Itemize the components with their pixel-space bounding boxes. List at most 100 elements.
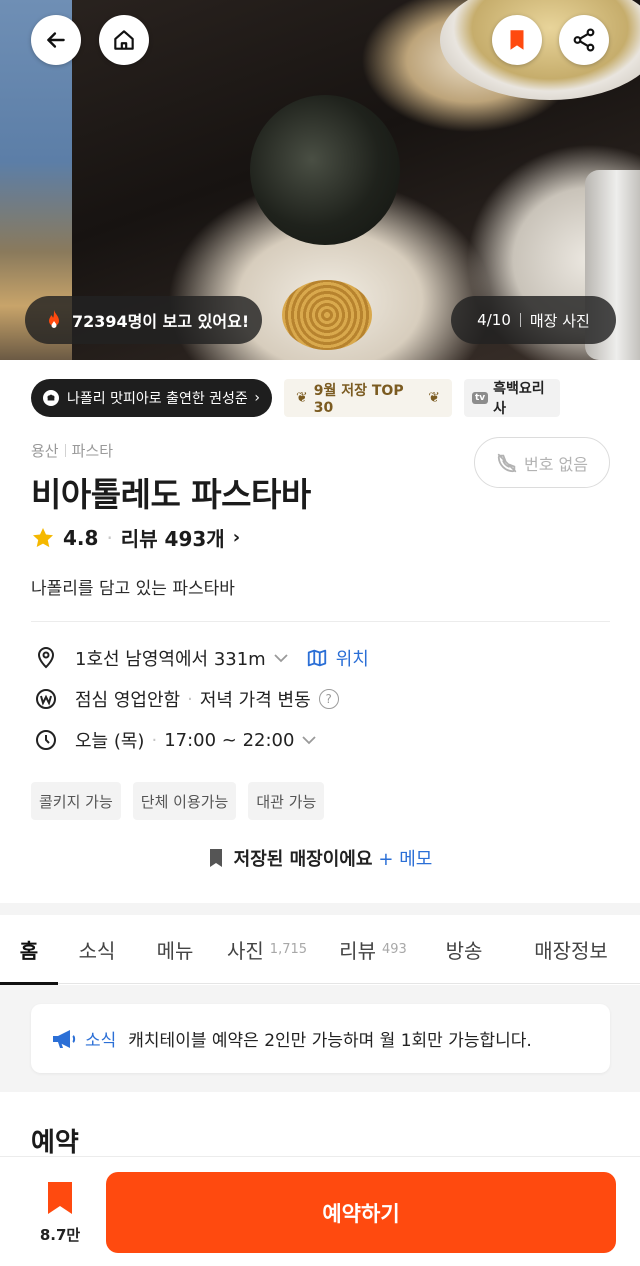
tab-label: 매장정보 bbox=[534, 938, 608, 963]
category-label: 파스타 bbox=[71, 442, 114, 460]
home-icon bbox=[114, 30, 134, 50]
rating-row[interactable]: 4.8 · 리뷰 493개 › bbox=[31, 523, 240, 552]
saved-text: 저장된 매장이에요 bbox=[233, 849, 373, 870]
tab-count: 1,715 bbox=[269, 941, 308, 957]
tv-tag[interactable]: tv 흑백요리사 bbox=[464, 379, 560, 417]
chef-icon bbox=[43, 390, 59, 406]
price-row: 점심 영업안함 · 저녁 가격 변동 ? bbox=[34, 686, 339, 712]
photo-label: 매장 사진 bbox=[529, 311, 590, 330]
feature-chip: 단체 이용가능 bbox=[132, 782, 237, 820]
section-gap bbox=[0, 903, 640, 915]
home-button[interactable] bbox=[99, 15, 149, 65]
chevron-right-icon: › bbox=[232, 527, 241, 548]
bookmark-icon bbox=[209, 849, 222, 867]
location-row[interactable]: 1호선 남영역에서 331m 위치 bbox=[34, 645, 369, 671]
tab-label: 방송 bbox=[445, 938, 483, 963]
chevron-down-icon[interactable] bbox=[272, 649, 290, 667]
tv-badge: tv bbox=[472, 392, 489, 404]
ranking-tag-label: 9월 저장 TOP 30 bbox=[313, 383, 404, 416]
feature-chip: 콜키지 가능 bbox=[31, 782, 121, 820]
map-pin-icon bbox=[37, 647, 55, 669]
back-button[interactable] bbox=[31, 15, 81, 65]
tab-label: 홈 bbox=[19, 938, 39, 963]
viewers-text: 72394명이 보고 있어요! bbox=[72, 312, 250, 331]
clock-icon bbox=[36, 730, 56, 750]
tab-broadcast[interactable]: 방송 bbox=[426, 915, 502, 984]
tab-photos[interactable]: 사진 1,715 bbox=[214, 915, 320, 984]
map-link[interactable]: 위치 bbox=[306, 645, 369, 671]
description: 나폴리를 담고 있는 파스타바 bbox=[31, 579, 235, 599]
feature-chip: 대관 가능 bbox=[248, 782, 325, 820]
lunch-text: 점심 영업안함 bbox=[75, 690, 181, 711]
share-icon bbox=[573, 28, 595, 52]
viewers-pill: 72394명이 보고 있어요! bbox=[25, 296, 262, 344]
separator bbox=[64, 444, 66, 457]
photo-count-pill[interactable]: 4/10 매장 사진 bbox=[451, 296, 616, 344]
tab-count: 493 bbox=[381, 941, 407, 957]
chevron-right-icon: › bbox=[254, 390, 260, 406]
fire-icon bbox=[49, 310, 59, 328]
star-icon bbox=[33, 527, 53, 547]
saved-status: 저장된 매장이에요 + 메모 bbox=[0, 845, 640, 871]
won-icon bbox=[36, 689, 56, 709]
restaurant-name: 비아톨레도 파스타바 bbox=[31, 475, 311, 514]
dot-separator: · bbox=[151, 729, 158, 751]
chef-tag[interactable]: 나폴리 맛피아로 출연한 권성준 › bbox=[31, 379, 272, 417]
dot-separator: · bbox=[187, 688, 193, 710]
reservation-section-title: 예약 bbox=[31, 1128, 79, 1158]
no-phone-button[interactable]: 번호 없음 bbox=[474, 437, 610, 488]
dot-separator: · bbox=[106, 525, 113, 550]
help-icon[interactable]: ? bbox=[318, 689, 339, 709]
tag-row: 나폴리 맛피아로 출연한 권성준 › ❦ 9월 저장 TOP 30 ❦ tv 흑… bbox=[31, 379, 560, 417]
tab-menu[interactable]: 메뉴 bbox=[136, 915, 214, 984]
bookmark-icon bbox=[48, 1182, 72, 1214]
tab-label: 리뷰 bbox=[339, 938, 376, 963]
tab-news[interactable]: 소식 bbox=[58, 915, 136, 984]
chevron-down-icon[interactable] bbox=[300, 731, 318, 749]
laurel-left-icon: ❦ bbox=[296, 390, 308, 406]
location-text: 1호선 남영역에서 331m bbox=[75, 649, 266, 670]
notice-text: 캐치테이블 예약은 2인만 가능하며 월 1회만 가능합니다. bbox=[128, 1031, 532, 1051]
bookmark-icon bbox=[510, 30, 524, 50]
area-label: 용산 bbox=[31, 442, 59, 460]
tab-home[interactable]: 홈 bbox=[0, 915, 58, 985]
bowl-shape bbox=[440, 0, 640, 100]
pasta-shape bbox=[282, 280, 372, 350]
dinner-price-text: 저녁 가격 변동 bbox=[199, 690, 311, 711]
megaphone-icon bbox=[53, 1029, 76, 1048]
tab-label: 사진 bbox=[226, 938, 264, 963]
no-phone-label: 번호 없음 bbox=[524, 454, 588, 474]
tab-label: 소식 bbox=[78, 938, 116, 963]
spoon-shape bbox=[225, 70, 425, 270]
tv-tag-label: 흑백요리사 bbox=[493, 381, 545, 417]
separator bbox=[519, 313, 521, 327]
notice-card[interactable]: 소식 캐치테이블 예약은 2인만 가능하며 월 1회만 가능합니다. bbox=[31, 1004, 610, 1073]
share-button[interactable] bbox=[559, 15, 609, 65]
feature-chips: 콜키지 가능 단체 이용가능 대관 가능 bbox=[31, 782, 325, 820]
arrow-left-icon bbox=[47, 32, 65, 48]
photo-index: 4/10 bbox=[477, 311, 511, 329]
hours-row[interactable]: 오늘 (목) · 17:00 ~ 22:00 bbox=[34, 727, 318, 753]
tab-label: 메뉴 bbox=[156, 938, 194, 963]
phone-off-icon bbox=[497, 453, 517, 472]
notice-tag: 소식 bbox=[85, 1031, 117, 1051]
tab-bar: 홈 소식 메뉴 사진 1,715 리뷰 493 방송 매장정보 bbox=[0, 915, 640, 985]
chef-tag-label: 나폴리 맛피아로 출연한 권성준 bbox=[67, 391, 248, 407]
divider bbox=[31, 621, 610, 622]
reserve-button[interactable]: 예약하기 bbox=[106, 1172, 616, 1253]
save-button[interactable]: 8.7만 bbox=[32, 1180, 88, 1245]
tab-reviews[interactable]: 리뷰 493 bbox=[320, 915, 426, 984]
memo-link[interactable]: + 메모 bbox=[378, 845, 432, 871]
map-icon bbox=[307, 649, 326, 667]
hours-text: 17:00 ~ 22:00 bbox=[164, 729, 295, 751]
bookmark-button[interactable] bbox=[492, 15, 542, 65]
tab-store-info[interactable]: 매장정보 bbox=[502, 915, 640, 984]
laurel-right-icon: ❦ bbox=[428, 390, 440, 406]
ranking-tag[interactable]: ❦ 9월 저장 TOP 30 ❦ bbox=[284, 379, 452, 417]
day-text: 오늘 (목) bbox=[75, 731, 145, 752]
review-count: 리뷰 493개 bbox=[120, 527, 225, 551]
map-link-label: 위치 bbox=[335, 649, 369, 670]
save-count: 8.7만 bbox=[39, 1226, 81, 1244]
rating-value: 4.8 bbox=[63, 525, 99, 550]
breadcrumb: 용산 파스타 bbox=[31, 440, 113, 461]
